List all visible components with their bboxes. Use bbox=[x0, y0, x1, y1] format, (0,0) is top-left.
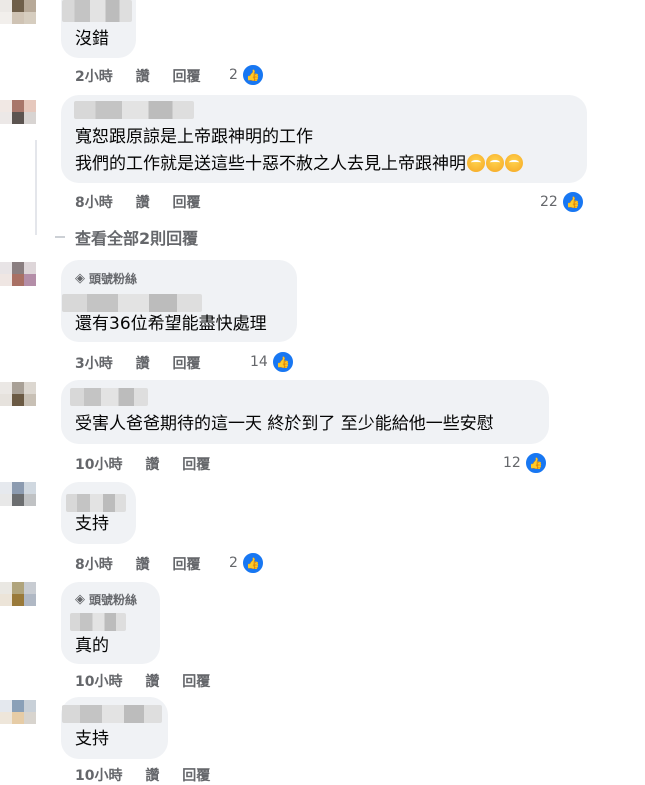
comment-text-line1: 寬恕跟原諒是上帝跟神明的工作 bbox=[75, 127, 313, 147]
timestamp[interactable]: 10小時 bbox=[75, 768, 122, 784]
comment-meta: 3小時 讚 回覆 bbox=[75, 353, 219, 373]
author-name[interactable] bbox=[74, 101, 194, 119]
timestamp[interactable]: 10小時 bbox=[75, 674, 122, 690]
reply-link[interactable]: 回覆 bbox=[173, 69, 201, 85]
thumbs-up-icon: 👍 bbox=[560, 190, 585, 214]
avatar[interactable] bbox=[0, 262, 36, 298]
avatar[interactable] bbox=[0, 700, 36, 736]
like-link[interactable]: 讚 bbox=[145, 768, 159, 784]
top-fan-badge[interactable]: ◈ 頭號粉絲 bbox=[75, 591, 137, 608]
like-link[interactable]: 讚 bbox=[145, 457, 159, 473]
connector-line bbox=[55, 236, 65, 238]
avatar[interactable] bbox=[0, 100, 36, 136]
reply-link[interactable]: 回覆 bbox=[182, 768, 210, 784]
comment-text: 受害人爸爸期待的這一天 終於到了 至少能給他一些安慰 bbox=[75, 414, 494, 434]
comment-text: 沒錯 bbox=[75, 29, 109, 49]
author-name[interactable] bbox=[62, 705, 162, 723]
reaction-count[interactable]: 2 👍 bbox=[229, 63, 265, 87]
comment-text: 還有36位希望能盡快處理 bbox=[75, 314, 267, 334]
avatar[interactable] bbox=[0, 0, 36, 36]
reaction-number: 14 bbox=[250, 354, 268, 370]
comment-text: 支持 bbox=[75, 729, 109, 749]
comment-text-line2-body: 我們的工作就是送這些十惡不赦之人去見上帝跟神明 bbox=[75, 154, 466, 174]
thumbs-up-icon: 👍 bbox=[240, 63, 265, 87]
author-name[interactable] bbox=[62, 294, 202, 312]
thumbs-up-icon: 👍 bbox=[270, 350, 295, 374]
reply-link[interactable]: 回覆 bbox=[173, 356, 201, 372]
timestamp[interactable]: 2小時 bbox=[75, 69, 113, 85]
avatar[interactable] bbox=[0, 382, 36, 418]
thumbs-up-icon: 👍 bbox=[523, 451, 548, 475]
thread-connector bbox=[35, 140, 37, 235]
reply-link[interactable]: 回覆 bbox=[173, 195, 201, 211]
reply-link[interactable]: 回覆 bbox=[182, 674, 210, 690]
like-link[interactable]: 讚 bbox=[145, 674, 159, 690]
author-name[interactable] bbox=[70, 613, 126, 631]
rolling-eyes-emoji bbox=[505, 154, 523, 172]
view-all-replies-link[interactable]: 查看全部2則回覆 bbox=[55, 225, 198, 249]
avatar[interactable] bbox=[0, 582, 36, 618]
timestamp[interactable]: 8小時 bbox=[75, 557, 113, 573]
comment-text-line2: 我們的工作就是送這些十惡不赦之人去見上帝跟神明 bbox=[75, 152, 523, 176]
reaction-number: 22 bbox=[540, 194, 558, 210]
diamond-icon: ◈ bbox=[75, 592, 85, 607]
comment-meta: 10小時 讚 回覆 bbox=[75, 671, 228, 691]
diamond-icon: ◈ bbox=[75, 271, 85, 286]
top-fan-badge[interactable]: ◈ 頭號粉絲 bbox=[75, 270, 137, 287]
comment-meta: 10小時 讚 回覆 bbox=[75, 454, 228, 474]
badge-label: 頭號粉絲 bbox=[89, 593, 138, 607]
reaction-count[interactable]: 22 👍 bbox=[540, 190, 585, 214]
reaction-count[interactable]: 14 👍 bbox=[250, 350, 295, 374]
comment-meta: 2小時 讚 回覆 bbox=[75, 66, 219, 86]
reply-link[interactable]: 回覆 bbox=[173, 557, 201, 573]
like-link[interactable]: 讚 bbox=[136, 69, 150, 85]
rolling-eyes-emoji bbox=[486, 154, 504, 172]
reaction-number: 2 bbox=[229, 67, 238, 83]
comment-meta: 8小時 讚 回覆 bbox=[75, 554, 219, 574]
like-link[interactable]: 讚 bbox=[136, 557, 150, 573]
reaction-count[interactable]: 12 👍 bbox=[503, 451, 548, 475]
like-link[interactable]: 讚 bbox=[136, 356, 150, 372]
like-link[interactable]: 讚 bbox=[136, 195, 150, 211]
timestamp[interactable]: 10小時 bbox=[75, 457, 122, 473]
reaction-number: 12 bbox=[503, 455, 521, 471]
comment-text: 支持 bbox=[75, 514, 109, 534]
comment-meta: 8小時 讚 回覆 bbox=[75, 192, 219, 212]
reaction-count[interactable]: 2 👍 bbox=[229, 551, 265, 575]
badge-label: 頭號粉絲 bbox=[89, 272, 138, 286]
timestamp[interactable]: 8小時 bbox=[75, 195, 113, 211]
comment-meta: 10小時 讚 回覆 bbox=[75, 765, 228, 785]
comment-text: 真的 bbox=[75, 636, 109, 656]
reply-link[interactable]: 回覆 bbox=[182, 457, 210, 473]
rolling-eyes-emoji bbox=[467, 154, 485, 172]
view-all-replies-label: 查看全部2則回覆 bbox=[75, 229, 199, 248]
thumbs-up-icon: 👍 bbox=[240, 551, 265, 575]
reaction-number: 2 bbox=[229, 555, 238, 571]
avatar[interactable] bbox=[0, 482, 36, 518]
author-name[interactable] bbox=[70, 388, 148, 406]
timestamp[interactable]: 3小時 bbox=[75, 356, 113, 372]
author-name[interactable] bbox=[62, 0, 132, 22]
author-name[interactable] bbox=[66, 494, 126, 512]
